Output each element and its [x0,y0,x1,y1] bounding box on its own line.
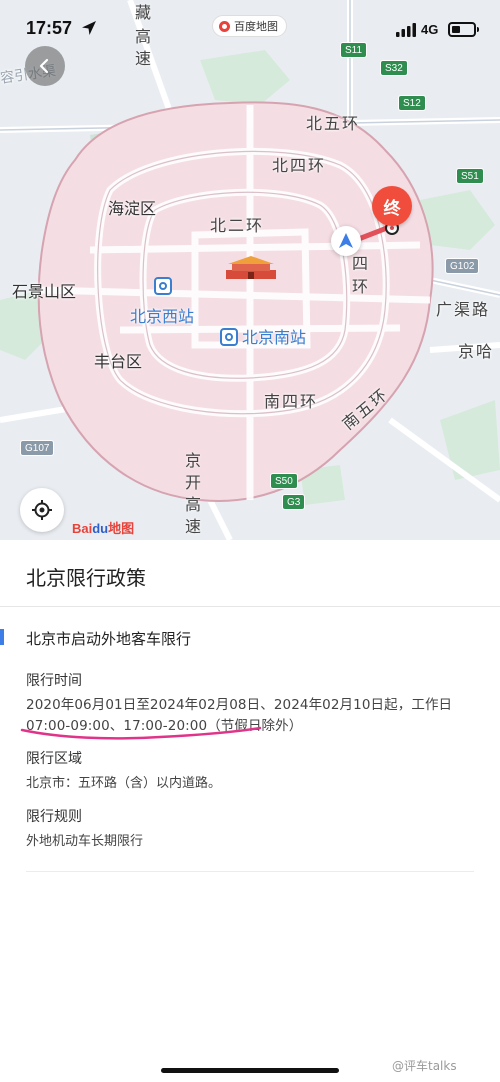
road-shield-s12: S12 [398,95,426,111]
road-shield-g102: G102 [445,258,480,274]
policy-panel: 北京限行政策 北京市启动外地客车限行 限行时间 2020年06月01日至2024… [0,540,500,1082]
status-time: 17:57 [26,18,73,38]
watermark: @评车talks [392,1059,457,1073]
locate-me-button[interactable] [20,488,64,532]
road-shield-g3: G3 [282,494,306,510]
section-accent-bar [0,629,4,645]
destination-marker[interactable]: 终 [372,186,412,226]
road-char: 京 [184,451,201,470]
road-label-guangqu: 广渠路 [436,300,491,319]
restriction-time-label: 限行时间 [26,673,82,689]
station-name: 北京南站 [242,328,307,347]
district-label-haidian: 海淀区 [108,199,157,218]
restriction-rule-value: 外地机动车长期限行 [26,834,144,849]
chevron-left-icon [39,58,49,74]
road-label-jingkai-expressway: 京 开 高 速 [184,450,202,538]
home-indicator[interactable] [161,1068,339,1073]
handwritten-underline [20,726,262,740]
network-type: 4G [421,22,439,37]
divider [26,871,474,872]
tiananmen-landmark-icon [226,256,276,279]
road-label-north-2nd-ring: 北二环 [210,216,265,235]
logo-part: du [92,521,109,536]
district-label-shijingshan: 石景山区 [12,282,77,301]
road-shield-s50: S50 [270,473,298,489]
restriction-rule-label: 限行规则 [26,809,82,825]
app-badge: 百度地图 [212,15,287,37]
panel-title: 北京限行政策 [26,566,146,590]
baidu-map-icon [219,20,230,32]
road-shield-s51: S51 [456,168,484,184]
crosshair-icon [32,500,52,520]
baidu-map-logo: Baidu地图 [72,518,134,537]
battery-icon [448,22,479,37]
logo-part: Bai [72,521,93,536]
map-view[interactable]: 海淀区 石景山区 丰台区 北京西站 北京南站 北五环 北四环 北二环 四 环 南… [0,0,500,540]
road-label-jingha: 京哈 [458,342,495,361]
train-station-icon [154,277,172,295]
station-label-beijing-west: 北京西站 [130,277,195,327]
station-label-beijing-south: 北京南站 [220,324,306,348]
road-char: 高 [184,495,201,514]
road-label-ring-east: 环 [352,277,371,296]
app-badge-label: 百度地图 [234,20,278,33]
district-label-fengtai: 丰台区 [94,352,143,371]
divider [0,606,500,607]
road-label-4th-ring-east: 四 [352,254,371,273]
restriction-area-label: 限行区域 [26,751,82,767]
road-label-north-4th-ring: 北四环 [272,156,327,175]
logo-part: 地图 [108,521,135,536]
restriction-area-value: 北京市：五环路（含）以内道路。 [26,776,222,791]
road-shield-s32: S32 [380,60,408,76]
road-shield-g107: G107 [20,440,55,456]
road-label-south-4th-ring: 南四环 [264,392,319,411]
signal-icon [396,23,416,37]
status-bar: 17:57 百度地图 4G [0,0,500,56]
current-location-arrow-icon [331,226,361,256]
road-char: 速 [184,517,201,536]
location-arrow-icon [82,21,96,35]
station-name: 北京西站 [130,307,195,326]
section-title: 北京市启动外地客车限行 [26,630,192,648]
road-label-north-5th-ring: 北五环 [306,114,361,133]
road-char: 开 [184,473,201,492]
train-station-icon [220,328,238,346]
